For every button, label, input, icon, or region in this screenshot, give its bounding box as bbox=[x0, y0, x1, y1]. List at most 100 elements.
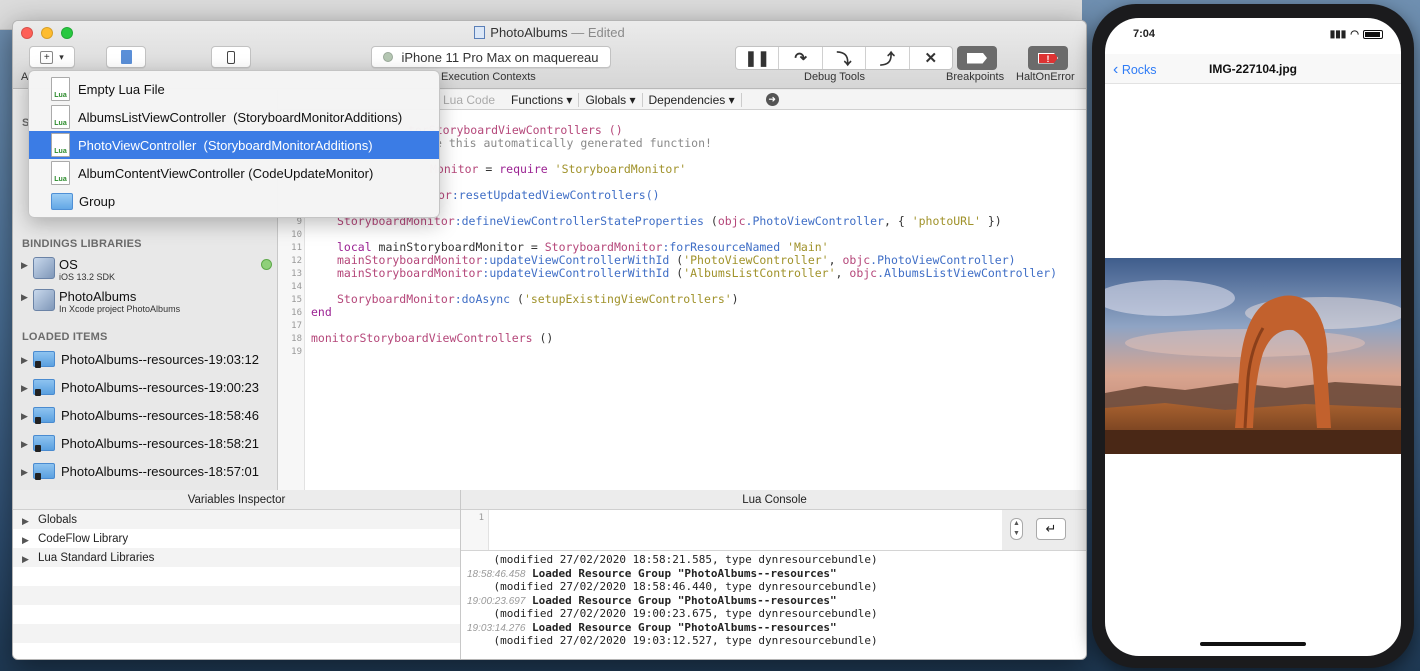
line-number: 16 bbox=[291, 308, 302, 318]
pause-icon[interactable]: ❚❚ bbox=[736, 47, 780, 69]
variable-row-globals[interactable]: ▶ Globals bbox=[13, 510, 460, 529]
folder-icon bbox=[51, 192, 73, 210]
globals-label: Globals bbox=[585, 92, 627, 107]
console-log-line: (modified 27/02/2020 19:03:12.527, type … bbox=[461, 634, 1086, 648]
variables-inspector: Variables Inspector ▶ Globals ▶ CodeFlow L… bbox=[13, 490, 461, 659]
disclosure-triangle-icon[interactable]: ▶ bbox=[22, 516, 34, 527]
disclosure-triangle-icon[interactable]: ▶ bbox=[21, 260, 33, 271]
history-stepper[interactable]: ▲ ▼ bbox=[1010, 518, 1023, 540]
line-number: 13 bbox=[291, 269, 302, 279]
loaded-item[interactable]: ▶ PhotoAlbums--resources-19:03:12 bbox=[21, 349, 259, 369]
execute-button[interactable]: ↵ bbox=[1036, 518, 1066, 540]
loaded-item[interactable]: ▶ PhotoAlbums--resources-18:58:21 bbox=[21, 433, 259, 453]
home-indicator[interactable] bbox=[1200, 642, 1306, 646]
resource-folder-icon bbox=[33, 379, 55, 396]
code-token: }) bbox=[980, 214, 1002, 228]
functions-popup[interactable]: Functions ▾ bbox=[505, 92, 580, 107]
line-number: 11 bbox=[291, 243, 302, 253]
code-string: 'Main' bbox=[780, 240, 829, 254]
disclosure-triangle-icon[interactable]: ▶ bbox=[21, 292, 33, 303]
library-row-photoalbums[interactable]: ▶ PhotoAlbums In Xcode project PhotoAlbu… bbox=[21, 289, 180, 314]
lua-console-title: Lua Console bbox=[461, 490, 1086, 510]
variable-row-lua-std[interactable]: ▶ Lua Standard Libraries bbox=[13, 548, 460, 567]
step-out-icon[interactable]: ⤴ bbox=[866, 47, 910, 69]
chevron-down-icon: ▾ bbox=[728, 92, 735, 107]
edited-indicator: — Edited bbox=[571, 25, 625, 40]
loaded-item[interactable]: ▶ PhotoAlbums--resources-19:00:23 bbox=[21, 377, 259, 397]
photo-image[interactable] bbox=[1105, 258, 1401, 454]
status-ok-icon bbox=[261, 259, 272, 270]
disclosure-triangle-icon[interactable]: ▶ bbox=[21, 439, 33, 450]
file-icon bbox=[120, 50, 132, 64]
code-keyword: require bbox=[499, 162, 548, 176]
console-controls: ▲ ▼ ↵ bbox=[1002, 510, 1086, 550]
variables-inspector-title: Variables Inspector bbox=[13, 490, 460, 510]
code-line: mainStoryboardMonitor:updateViewControll… bbox=[337, 266, 1057, 280]
breakpoints-button[interactable] bbox=[957, 46, 997, 70]
code-token: , bbox=[828, 253, 843, 267]
code-function: :doAsync bbox=[454, 292, 511, 306]
loaded-item[interactable]: ▶ PhotoAlbums--resources-18:57:01 bbox=[21, 461, 259, 481]
code-token: ( bbox=[669, 266, 684, 280]
log-text: Loaded Resource Group "PhotoAlbums--reso… bbox=[525, 593, 837, 607]
stop-icon[interactable]: ✕ bbox=[910, 47, 952, 69]
phone-icon bbox=[227, 50, 235, 64]
code-line: monitorStoryboardViewControllers () bbox=[311, 331, 553, 345]
disclosure-triangle-icon[interactable]: ▶ bbox=[22, 554, 34, 565]
lua-file-icon bbox=[51, 105, 70, 129]
code-string: 'AlbumsListController' bbox=[683, 266, 836, 280]
step-into-icon[interactable]: ⤵ bbox=[823, 47, 867, 69]
library-name: PhotoAlbums bbox=[59, 289, 137, 304]
code-token: mainStoryboardMonitor bbox=[337, 266, 483, 280]
iphone-simulator: 7:04 ▮▮▮ ◠ ‹ Rocks IMG-227104.jpg bbox=[1092, 4, 1414, 668]
code-keyword: end bbox=[311, 305, 332, 319]
menu-item-albums-list[interactable]: AlbumsListViewController (StoryboardMoni… bbox=[29, 103, 439, 131]
halt-on-error-button[interactable]: ! bbox=[1028, 46, 1068, 70]
disclosure-triangle-icon[interactable]: ▶ bbox=[21, 411, 33, 422]
code-token: , bbox=[835, 266, 850, 280]
line-number: 15 bbox=[291, 295, 302, 305]
menu-item-photo-view-controller[interactable]: PhotoViewController (StoryboardMonitorAd… bbox=[29, 131, 439, 159]
loaded-item[interactable]: ▶ PhotoAlbums--resources-18:58:46 bbox=[21, 405, 259, 425]
code-function: :updateViewControllerWithId bbox=[482, 253, 670, 267]
console-input[interactable]: 1 ▲ ▼ ↵ bbox=[461, 510, 1086, 551]
empty-row bbox=[13, 624, 460, 643]
step-over-icon[interactable]: ↷ bbox=[779, 47, 823, 69]
add-file-popup-button[interactable]: + ▾ bbox=[29, 46, 75, 68]
breakpoints-label: Breakpoints bbox=[946, 71, 1005, 83]
disclosure-triangle-icon[interactable]: ▶ bbox=[21, 467, 33, 478]
device-toggle-button[interactable] bbox=[211, 46, 251, 68]
code-token: objc bbox=[849, 266, 878, 280]
dependencies-popup[interactable]: Dependencies ▾ bbox=[643, 92, 742, 107]
code-function: .PhotoViewController bbox=[745, 214, 884, 228]
menu-item-group[interactable]: Group bbox=[29, 187, 439, 215]
resource-folder-icon bbox=[33, 463, 55, 480]
ios-status-bar: 7:04 ▮▮▮ ◠ bbox=[1105, 28, 1401, 46]
line-number: 19 bbox=[291, 347, 302, 357]
halt-error-icon: ! bbox=[1038, 52, 1058, 64]
device-selector[interactable]: iPhone 11 Pro Max on maquereau bbox=[371, 46, 611, 68]
signal-icon: ▮▮▮ bbox=[1329, 29, 1347, 40]
log-timestamp: 19:00:23.697 bbox=[467, 595, 526, 607]
navigator-toggle-button[interactable] bbox=[106, 46, 146, 68]
code-line: or:resetUpdatedViewControllers() bbox=[438, 188, 660, 202]
menu-item-label: AlbumsListViewController (StoryboardMoni… bbox=[78, 109, 403, 125]
disclosure-triangle-icon[interactable]: ▶ bbox=[22, 535, 34, 546]
line-number: 17 bbox=[291, 321, 302, 331]
disclosure-triangle-icon[interactable]: ▶ bbox=[21, 355, 33, 366]
go-arrow-icon[interactable]: ➜ bbox=[765, 93, 779, 106]
variables-list: ▶ Globals ▶ CodeFlow Library ▶ Lua Standard… bbox=[13, 510, 460, 643]
code-token: StoryboardMonitor bbox=[337, 292, 455, 306]
globals-popup[interactable]: Globals ▾ bbox=[579, 92, 643, 107]
loaded-item-name: PhotoAlbums--resources-18:58:21 bbox=[61, 435, 259, 451]
debug-tools-label: Debug Tools bbox=[804, 71, 865, 83]
code-token: mainStoryboardMonitor bbox=[337, 253, 483, 267]
menu-item-album-content[interactable]: AlbumContentViewController (CodeUpdateMo… bbox=[29, 159, 439, 187]
menu-item-empty-lua-file[interactable]: Empty Lua File bbox=[29, 75, 439, 103]
variable-name: Globals bbox=[38, 513, 77, 526]
variable-row-codeflow[interactable]: ▶ CodeFlow Library bbox=[13, 529, 460, 548]
library-row-os[interactable]: ▶ OS iOS 13.2 SDK bbox=[21, 257, 115, 282]
document-icon bbox=[474, 26, 486, 39]
disclosure-triangle-icon[interactable]: ▶ bbox=[21, 383, 33, 394]
log-text: (modified 27/02/2020 18:58:21.585, type … bbox=[467, 553, 878, 566]
